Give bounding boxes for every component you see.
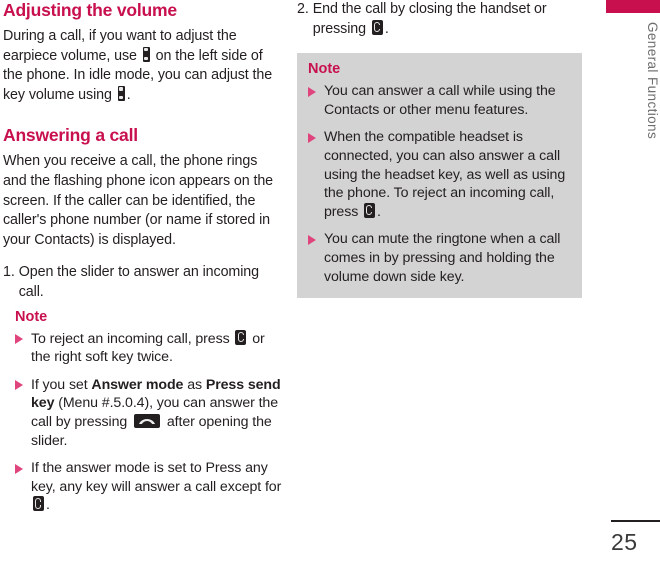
step-1-number: 1. — [3, 264, 15, 281]
triangle-bullet-icon — [308, 132, 316, 143]
chapter-label: General Functions — [645, 22, 660, 140]
paragraph-answering-a-call: When you receive a call, the phone rings… — [3, 153, 274, 248]
note-item: You can mute the ringtone when a call co… — [308, 230, 570, 286]
manual-page: Adjusting the volume During a call, if y… — [0, 0, 660, 563]
step-1-text: Open the slider to answer an incoming ca… — [18, 264, 260, 300]
heading-answering-a-call: Answering a call — [3, 125, 138, 146]
paragraph-part-c: . — [126, 86, 131, 103]
paragraph-adjusting-the-volume: During a call, if you want to adjust the… — [3, 27, 283, 105]
note-item-text: If you set — [31, 376, 92, 393]
chapter-accent-bar — [606, 0, 660, 13]
note-box-right: Note You can answer a call while using t… — [297, 53, 582, 299]
send-key-icon — [134, 413, 161, 428]
page-number: 25 — [611, 529, 638, 555]
left-column: Adjusting the volume During a call, if y… — [3, 0, 283, 515]
end-call-key-icon — [235, 329, 247, 345]
triangle-bullet-icon — [15, 334, 23, 345]
note-item: If you set Answer mode as Press send key… — [15, 376, 283, 450]
step-2: 2. End the call by closing the handset o… — [297, 0, 582, 39]
note-item-text: . — [46, 497, 50, 514]
note-item: To reject an incoming call, press or the… — [15, 329, 283, 367]
note-box-left: Note To reject an incoming call, press o… — [3, 309, 283, 515]
triangle-bullet-icon — [308, 86, 316, 97]
note-item-text: When the compatible headset is connected… — [324, 129, 566, 220]
step-2-text-a: End the call by closing the handset or p… — [312, 1, 547, 37]
triangle-bullet-icon — [308, 234, 316, 245]
triangle-bullet-icon — [15, 463, 23, 474]
end-call-key-icon — [33, 496, 44, 512]
step-2-text: End the call by closing the handset or p… — [313, 0, 582, 39]
note-item-text: You can mute the ringtone when a call co… — [324, 231, 561, 285]
note-title: Note — [308, 61, 341, 78]
volume-side-key-icon — [117, 85, 125, 101]
note-item: If the answer mode is set to Press any k… — [15, 459, 283, 515]
note-item-text: as — [183, 376, 206, 393]
note-item-text: To reject an incoming call, press — [31, 330, 234, 347]
note-item-text: You can answer a call while using the Co… — [324, 83, 556, 118]
page-number-rule — [611, 520, 660, 522]
right-column: 2. End the call by closing the handset o… — [297, 0, 582, 299]
volume-side-key-icon — [142, 46, 150, 62]
note-item-bold: Answer mode — [91, 376, 184, 393]
end-call-key-icon — [371, 19, 383, 35]
note-list-left: To reject an incoming call, press or the… — [15, 329, 283, 515]
heading-adjusting-the-volume: Adjusting the volume — [3, 0, 177, 20]
note-item: When the compatible headset is connected… — [308, 128, 570, 221]
note-item: You can answer a call while using the Co… — [308, 82, 570, 119]
note-title: Note — [15, 308, 48, 325]
note-list-right: You can answer a call while using the Co… — [308, 82, 570, 286]
note-item-text: . — [377, 203, 381, 220]
step-1: 1. Open the slider to answer an incoming… — [3, 263, 283, 302]
step-2-text-b: . — [384, 20, 389, 37]
triangle-bullet-icon — [15, 380, 23, 391]
end-call-key-icon — [364, 202, 376, 218]
chapter-sidebar: General Functions 25 — [606, 0, 660, 563]
step-2-number: 2. — [297, 1, 309, 17]
note-item-text: If the answer mode is set to Press any k… — [31, 460, 282, 495]
